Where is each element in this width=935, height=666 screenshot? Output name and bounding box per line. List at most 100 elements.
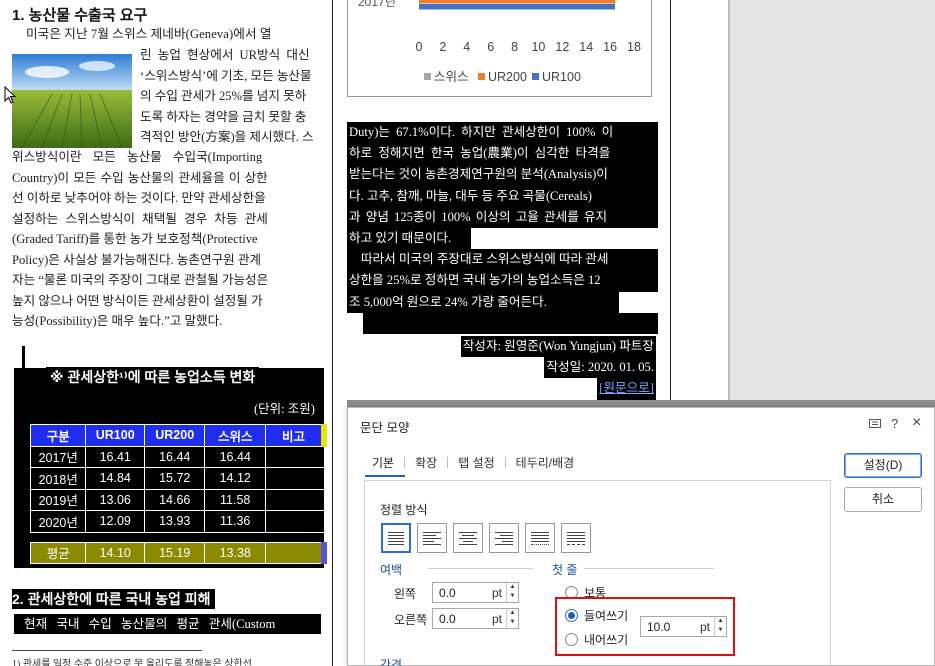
document-page-middle: 2017년 0 2 4 6 8 10 12 14 16 18 스위스 UR200 UR100 Duty)는… [347, 0, 670, 400]
table-cell [264, 488, 325, 511]
bar-ur100 [419, 4, 616, 10]
col-header: 스위스 [204, 424, 266, 447]
page-gutter [332, 0, 347, 666]
workspace-background [730, 0, 935, 400]
col-header: UR100 [85, 424, 145, 447]
table-cell: 14.12 [204, 467, 266, 490]
table-cell: 2020년 [29, 510, 87, 533]
date-line: 작성일: 2020. 01. 05. [544, 357, 656, 379]
align-justify-icon[interactable] [381, 523, 411, 553]
tab-tab-settings[interactable]: 탭 설정 [448, 454, 504, 471]
table-cell: 평균 [29, 541, 87, 564]
align-divide-icon[interactable] [561, 523, 591, 553]
author-line: 작성자: 원영준(Won Yungjun) 파트장 [460, 336, 656, 358]
mid-line: 과 양념 125종이 100% 이상의 고율 관세를 유지 [347, 206, 658, 229]
body-line: 설정하는 스위스방식이 채택될 경우 차등 관세 [12, 211, 268, 226]
body-line: 위스방식이란 모든 농산물 수입국(Importing [12, 150, 263, 164]
margin-section-label: 여백 [380, 563, 403, 577]
chart-svg: 2017년 0 2 4 6 8 10 12 14 16 18 스위스 UR200 UR100 [358, 0, 641, 84]
alignment-options [381, 523, 591, 553]
document-page-right [674, 0, 730, 400]
intro-line: 도록 하자는 경약을 금치 못할 충 [140, 109, 307, 124]
align-right-icon[interactable] [489, 523, 519, 553]
col-header: 비고 [264, 424, 327, 447]
tab-extended[interactable]: 확장 [405, 454, 447, 471]
right-margin-label: 오른쪽 [394, 613, 428, 627]
table-cell: 16.44 [143, 445, 206, 468]
table-cell: 14.84 [85, 467, 145, 490]
first-line-section-label: 첫 줄 [552, 563, 578, 577]
cancel-button[interactable]: 취소 [844, 487, 922, 512]
table-cell: 15.19 [143, 541, 206, 564]
tab-basic[interactable]: 기본 [362, 454, 404, 471]
x-tick-label: 10 [531, 40, 545, 54]
x-tick-label: 4 [463, 40, 470, 54]
table-cell: 2018년 [29, 467, 87, 490]
align-distribute-icon[interactable] [525, 523, 555, 553]
original-link[interactable]: [원문으로] [599, 381, 654, 395]
x-tick-label: 12 [555, 40, 569, 54]
section2-first-line: 현재 국내 수입 농산물의 평균 관세(Custom [14, 614, 321, 634]
table-cell: 14.10 [85, 541, 145, 564]
intro-line: 격적인 방안(方案)을 제시했다. 스 [140, 130, 314, 144]
table-header-row: 구분 UR100 UR200 스위스 비고 [29, 424, 327, 447]
table-unit: (단위: 조원) [254, 402, 315, 416]
help-icon[interactable]: ? [891, 416, 898, 431]
x-tick-label: 0 [416, 40, 423, 54]
mid-line: 다. 고추, 참깨, 마늘, 대두 등 주요 곡물(Cereals) [347, 185, 658, 207]
footnote: 1) 관세를 일정 수준 이상으로 못 올리도록 정해놓은 상한선 [12, 659, 252, 666]
table-title: ※ 관세상한¹⁾에 따른 농업소득 변화 [46, 367, 260, 387]
body-line: Country)이 모든 수입 농산물의 관세율을 이 상한 [12, 170, 268, 185]
heading-section-2: 2. 관세상한에 따른 국내 농업 피해 [12, 589, 215, 609]
x-tick-label: 16 [603, 40, 617, 54]
table-cell [264, 445, 325, 468]
align-center-icon[interactable] [453, 523, 483, 553]
table-cell: 14.66 [143, 488, 206, 511]
left-margin-input[interactable]: 0.0 pt ▲ ▼ [432, 582, 519, 603]
active-tab-indicator [365, 475, 405, 477]
ok-button[interactable]: 설정(D) [844, 453, 922, 478]
table-cell: 11.58 [204, 488, 266, 511]
highlight-annotation-box [555, 597, 735, 656]
body-line: 선 이하로 낮추어야 하는 것이다. 만약 관세상한을 [12, 191, 266, 205]
category-label: 2017년 [358, 0, 396, 9]
intro-line: ‘스위스방식’에 기초, 모든 농산물 [140, 68, 312, 83]
legend-swatch [532, 73, 539, 80]
intro-line: 의 수입 관세가 25%를 넘지 못하 [140, 89, 307, 103]
close-icon[interactable]: × [912, 414, 921, 432]
table-cell: 11.36 [204, 510, 266, 533]
spin-arrows-icon: ▲ ▼ [506, 583, 518, 602]
table-row: 2020년 12.09 13.93 11.36 [29, 510, 325, 533]
table-row: 2019년 13.06 14.66 11.58 [29, 488, 325, 511]
table-cell: 2019년 [29, 488, 87, 511]
legend-label: UR200 [488, 70, 527, 84]
col-header: 구분 [29, 424, 87, 447]
table-cell: 13.93 [143, 510, 206, 533]
intro-line: 린 농업 현상에서 UR방식 대신 [140, 48, 310, 62]
x-tick-label: 14 [579, 40, 593, 54]
table-row: 2018년 14.84 15.72 14.12 [29, 467, 325, 490]
legend-swatch [424, 73, 431, 80]
table-cell [264, 510, 325, 533]
table-average-row: 평균 14.10 15.19 13.38 [29, 541, 327, 564]
intro-line-0: 미국은 지난 7월 스위스 제네바(Geneva)에서 열 [26, 27, 272, 41]
alignment-label: 정렬 방식 [380, 503, 428, 517]
paragraph-shape-dialog: 문단 모양 ? × 기본 확장 탭 설정 테두리/배경 설정(D) 취소 정렬 … [347, 407, 935, 666]
table-row: 2017년 16.41 16.44 16.44 [29, 445, 325, 468]
table-cell: 13.38 [204, 541, 266, 564]
footnote-rule [12, 650, 202, 651]
tab-border-background[interactable]: 테두리/배경 [506, 454, 585, 471]
heading-section-1: 1. 농산물 수출국 요구 [12, 7, 148, 24]
bar-chart: 2017년 0 2 4 6 8 10 12 14 16 18 스위스 UR200 UR100 [347, 0, 652, 97]
legend-label: UR100 [542, 70, 581, 84]
table-cell [264, 467, 325, 490]
mid-line: 상한을 25%로 정하면 국내 농가의 농업소득은 12 [347, 270, 658, 292]
mouse-pointer-icon [4, 86, 16, 104]
options-icon[interactable] [869, 419, 881, 430]
align-left-icon[interactable] [417, 523, 447, 553]
right-margin-input[interactable]: 0.0 pt ▲ ▼ [432, 608, 519, 629]
table-cell: 12.09 [85, 510, 145, 533]
selection-caret [22, 346, 25, 368]
spin-arrows-icon: ▲ ▼ [506, 609, 518, 628]
table-cell: 13.06 [85, 488, 145, 511]
